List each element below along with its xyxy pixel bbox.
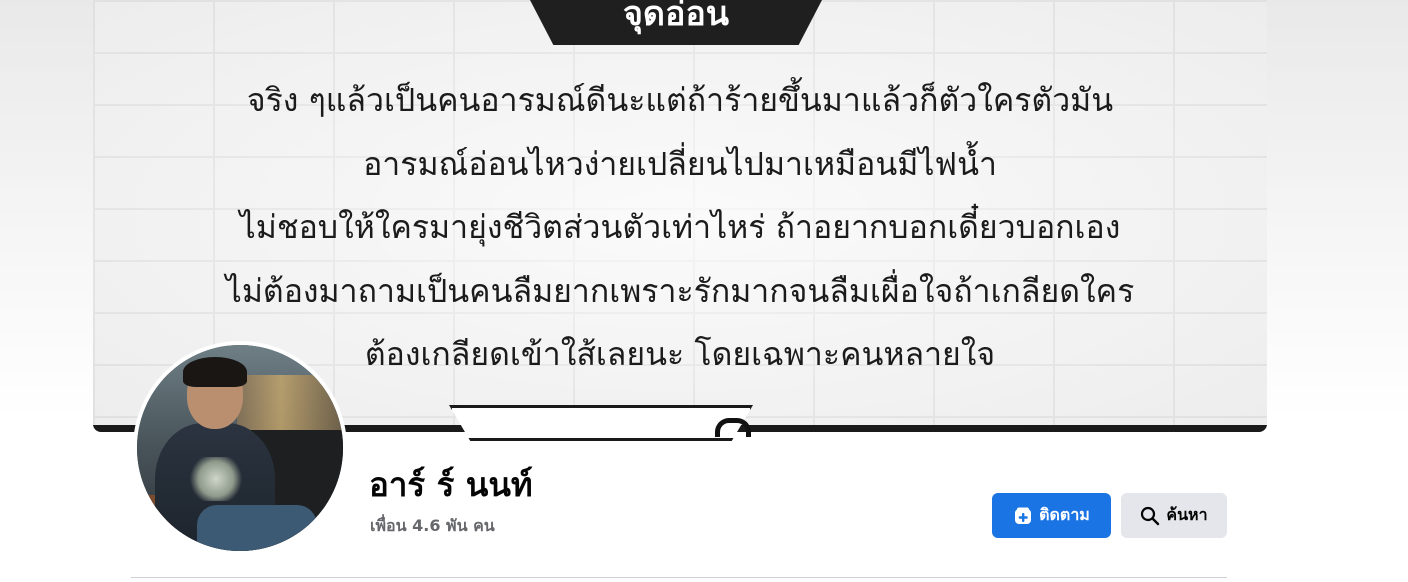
friends-count-link[interactable]: เพื่อน 4.6 พัน คน [370, 514, 495, 538]
follow-plus-icon [1013, 506, 1033, 526]
avatar-shelf [237, 375, 343, 435]
cover-text-line: อารมณ์อ่อนไหวง่ายเปลี่ยนไปมาเหมือนมีไฟน้… [363, 144, 997, 183]
follow-button[interactable]: ติดตาม [992, 493, 1111, 538]
cover-bottom-glyph [715, 418, 751, 437]
search-button[interactable]: ค้นหา [1121, 493, 1227, 538]
cover-text-line: ไม่ต้องมาถามเป็นคนลืมยากเพราะรักมากจนลืม… [225, 271, 1135, 310]
search-icon [1140, 506, 1160, 526]
profile-avatar[interactable] [133, 341, 347, 555]
profile-page: จุดอ่อน จริง ๆแล้วเป็นคนอารมณ์ดีนะแต่ถ้า… [0, 0, 1408, 582]
cover-text-line: จริง ๆแล้วเป็นคนอารมณ์ดีนะแต่ถ้าร้ายขึ้น… [246, 81, 1114, 119]
avatar-shirt-print [189, 457, 243, 501]
avatar-jeans [197, 505, 317, 551]
profile-name: อาร์ ร์ นนท์ [369, 465, 533, 504]
cover-heading-text: จุดอ่อน [622, 0, 730, 34]
profile-header-divider [131, 577, 1227, 578]
follow-button-label: ติดตาม [1039, 505, 1090, 524]
avatar-hair [183, 357, 247, 387]
search-button-label: ค้นหา [1166, 505, 1208, 524]
cover-text-line: ไม่ชอบให้ใครมายุ่งชีวิตส่วนตัวเท่าไหร่ ถ… [239, 208, 1121, 246]
cover-heading-banner: จุดอ่อน [530, 0, 822, 45]
cover-text-block: จริง ๆแล้วเป็นคนอารมณ์ดีนะแต่ถ้าร้ายขึ้น… [93, 70, 1267, 388]
cover-bottom-banner [449, 405, 753, 441]
